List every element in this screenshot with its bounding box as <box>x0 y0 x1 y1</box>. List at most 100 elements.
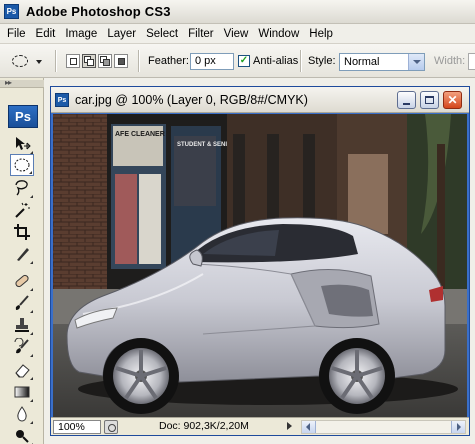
close-icon: ✕ <box>447 93 458 107</box>
chevron-down-icon <box>408 54 424 70</box>
menu-help[interactable]: Help <box>304 24 338 44</box>
tool-flyout-corner <box>30 421 33 424</box>
maximize-button[interactable] <box>420 91 439 109</box>
menu-file[interactable]: File <box>2 24 31 44</box>
menu-window[interactable]: Window <box>253 24 304 44</box>
blur-tool[interactable] <box>10 403 34 425</box>
zoom-level-field[interactable]: 100% <box>53 420 101 434</box>
scroll-left-icon[interactable] <box>302 421 316 433</box>
bandage-icon <box>15 274 29 288</box>
close-button[interactable]: ✕ <box>443 91 462 109</box>
style-value: Normal <box>344 56 380 68</box>
scroll-right-icon[interactable] <box>451 421 465 433</box>
lasso-icon <box>15 180 28 196</box>
options-separator <box>138 50 140 72</box>
menu-edit[interactable]: Edit <box>31 24 61 44</box>
width-input[interactable] <box>468 53 475 70</box>
style-label: Style: <box>308 55 336 67</box>
tool-flyout-corner <box>30 195 33 198</box>
document-status-bar: 100% Doc: 902,3K/2,20M <box>51 417 469 435</box>
tool-flyout-corner <box>30 261 33 264</box>
options-separator <box>55 50 57 72</box>
tool-preset-picker[interactable] <box>10 53 42 70</box>
toolbox: ▸▸ Ps <box>0 78 44 444</box>
dodge-tool[interactable] <box>10 425 34 444</box>
feather-label: Feather: <box>148 55 189 67</box>
tool-flyout-corner <box>30 399 33 402</box>
subtract-from-selection-button[interactable] <box>98 54 112 68</box>
ellipse-marquee-icon <box>12 55 28 67</box>
width-label: Width: <box>434 55 466 67</box>
intersect-selection-icon <box>118 58 125 65</box>
healing-brush-tool[interactable] <box>10 270 34 292</box>
menu-view[interactable]: View <box>219 24 254 44</box>
eraser-icon <box>15 364 30 378</box>
maximize-icon <box>425 96 434 104</box>
history-brush-icon <box>14 337 29 354</box>
image-canvas[interactable]: AFE CLEANER STUDENT & SENIOR DISCOUNT <box>53 114 467 417</box>
photoshop-logo-icon[interactable]: Ps <box>8 105 38 128</box>
slice-icon <box>17 248 29 261</box>
add-selection-icon-overlay <box>87 59 94 66</box>
elliptical-marquee-tool[interactable] <box>10 154 34 176</box>
move-tool[interactable] <box>10 133 34 155</box>
menu-filter[interactable]: Filter <box>183 24 219 44</box>
move-icon <box>16 137 31 150</box>
history-brush-tool[interactable] <box>10 336 34 358</box>
photoshop-logo-icon: Ps <box>4 4 19 19</box>
minimize-icon <box>403 103 410 105</box>
car-photo: AFE CLEANER STUDENT & SENIOR DISCOUNT <box>53 114 467 417</box>
tool-flyout-corner <box>29 171 32 174</box>
status-menu-icon[interactable] <box>104 420 118 434</box>
document-size-info: Doc: 902,3K/2,20M <box>159 420 249 432</box>
document-title: car.jpg @ 100% (Layer 0, RGB/8#/CMYK) <box>75 93 308 107</box>
toolbox-grip[interactable]: ▸▸ <box>0 78 44 88</box>
app-title: Adobe Photoshop CS3 <box>26 4 171 19</box>
style-select[interactable]: Normal <box>339 53 425 71</box>
menu-select[interactable]: Select <box>141 24 183 44</box>
gradient-icon <box>14 386 30 398</box>
horizontal-scrollbar[interactable] <box>301 420 466 434</box>
antialias-label: Anti-alias <box>253 55 299 67</box>
slice-tool[interactable] <box>10 243 34 265</box>
antialias-checkbox[interactable]: ✓ <box>238 55 250 67</box>
subtract-selection-icon-overlay <box>103 59 110 66</box>
app-title-bar: Ps Adobe Photoshop CS3 <box>0 0 475 24</box>
document-title-bar[interactable]: Ps car.jpg @ 100% (Layer 0, RGB/8#/CMYK)… <box>51 87 469 113</box>
new-selection-icon <box>70 58 77 65</box>
clone-stamp-tool[interactable] <box>10 314 34 336</box>
tool-flyout-corner <box>30 288 33 291</box>
status-menu-arrow-icon[interactable] <box>287 422 292 430</box>
brush-tool[interactable] <box>10 292 34 314</box>
add-to-selection-button[interactable] <box>82 54 96 68</box>
magic-wand-tool[interactable] <box>10 199 34 221</box>
feather-input[interactable]: 0 px <box>190 53 234 70</box>
options-separator <box>300 50 302 72</box>
document-window: Ps car.jpg @ 100% (Layer 0, RGB/8#/CMYK)… <box>50 86 470 436</box>
tool-flyout-corner <box>30 310 33 313</box>
tool-flyout-corner <box>30 354 33 357</box>
store-sign-cleaner: AFE CLEANER <box>115 131 165 138</box>
eraser-tool[interactable] <box>10 359 34 381</box>
new-selection-button[interactable] <box>66 54 80 68</box>
drop-icon <box>17 406 27 422</box>
menu-bar: File Edit Image Layer Select Filter View… <box>0 24 475 44</box>
double-chevron-icon: ▸▸ <box>5 78 12 87</box>
minimize-button[interactable] <box>397 91 416 109</box>
options-bar: Feather: 0 px ✓ Anti-alias Style: Normal… <box>0 44 475 78</box>
crop-icon <box>14 224 30 240</box>
dodge-icon <box>16 430 29 443</box>
magic-wand-icon <box>15 202 30 218</box>
gradient-tool[interactable] <box>10 381 34 403</box>
stamp-icon <box>15 318 29 332</box>
chevron-down-icon <box>36 60 42 64</box>
tool-flyout-corner <box>30 332 33 335</box>
crop-tool[interactable] <box>10 221 34 243</box>
lasso-tool[interactable] <box>10 177 34 199</box>
intersect-selection-button[interactable] <box>114 54 128 68</box>
tool-flyout-corner <box>30 377 33 380</box>
brush-icon <box>15 295 29 310</box>
menu-image[interactable]: Image <box>60 24 102 44</box>
photoshop-doc-icon: Ps <box>55 93 69 107</box>
menu-layer[interactable]: Layer <box>102 24 141 44</box>
